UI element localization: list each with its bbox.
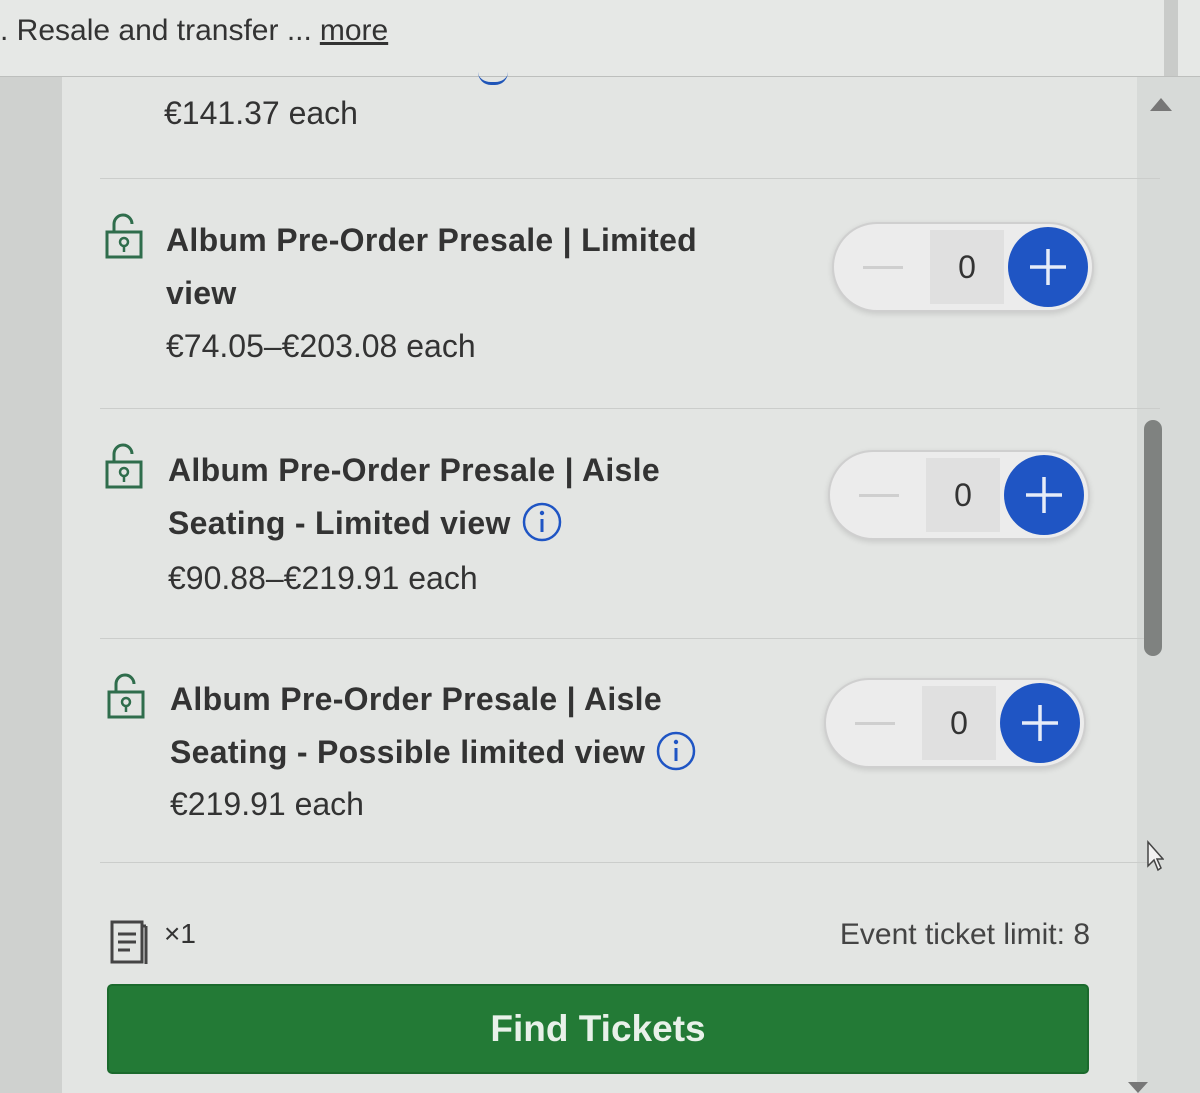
decrease-button[interactable] (848, 698, 902, 748)
info-icon[interactable] (521, 501, 563, 543)
minus-icon (859, 493, 899, 497)
ticket-title-line1: Album Pre-Order Presale | Limited (166, 222, 698, 258)
plus-icon (1022, 705, 1058, 741)
quantity-stepper: 0 (828, 450, 1090, 540)
quantity-value: 0 (954, 476, 972, 513)
top-bar: . Resale and transfer ... more (0, 0, 1200, 77)
more-link[interactable]: more (320, 14, 388, 47)
lock-open-pin-icon (105, 213, 143, 259)
ticket-title-line1: Album Pre-Order Presale | Aisle (168, 452, 660, 488)
top-scrollbar[interactable] (1164, 0, 1178, 76)
mouse-cursor-icon (1147, 840, 1164, 872)
divider (100, 862, 1160, 863)
tickets-icon (110, 920, 148, 964)
minus-icon (855, 721, 895, 725)
ticket-title-line2: Seating - Possible limited view (170, 734, 646, 770)
quantity-value: 0 (950, 704, 968, 741)
increase-button[interactable] (1008, 227, 1088, 307)
increase-button[interactable] (1000, 683, 1080, 763)
scroll-up-arrow-icon[interactable] (1150, 98, 1172, 111)
resale-info-label: . Resale and transfer ... (0, 14, 312, 47)
resale-info-text: . Resale and transfer ... more (0, 14, 388, 48)
ticket-title: Album Pre-Order Presale | Limited view (166, 214, 697, 320)
quantity-stepper: 0 (824, 678, 1086, 768)
lock-open-pin-icon (105, 443, 143, 489)
scrollbar-thumb[interactable] (1144, 420, 1162, 656)
ticket-price: €74.05–€203.08 each (166, 328, 476, 364)
quantity-value: 0 (958, 248, 976, 285)
ticket-count: ×1 (164, 918, 196, 949)
divider (100, 638, 1160, 639)
minus-icon (863, 265, 903, 269)
previous-item-price: €141.37 each (164, 95, 358, 131)
ticket-price: €219.91 each (170, 786, 364, 822)
plus-icon (1026, 477, 1062, 513)
find-tickets-button[interactable]: Find Tickets (107, 984, 1089, 1074)
decrease-button[interactable] (856, 242, 910, 292)
scroll-down-arrow-icon[interactable] (1128, 1082, 1148, 1093)
divider (100, 408, 1160, 409)
decrease-button[interactable] (852, 470, 906, 520)
left-page-strip (0, 77, 62, 1093)
event-ticket-limit: Event ticket limit: 8 (839, 918, 1090, 951)
quantity-stepper: 0 (832, 222, 1094, 312)
ticket-title-line1: Album Pre-Order Presale | Aisle (170, 681, 662, 717)
ticket-title: Album Pre-Order Presale | Aisle Seating … (170, 673, 697, 779)
ticket-title: Album Pre-Order Presale | Aisle Seating … (168, 444, 660, 550)
divider (100, 178, 1160, 179)
plus-icon (1030, 249, 1066, 285)
increase-button[interactable] (1004, 455, 1084, 535)
ticket-title-line2: view (166, 275, 237, 311)
info-icon[interactable] (655, 730, 697, 772)
lock-open-pin-icon (107, 673, 145, 719)
ticket-title-line2: Seating - Limited view (168, 505, 511, 541)
ticket-price: €90.88–€219.91 each (168, 560, 478, 596)
